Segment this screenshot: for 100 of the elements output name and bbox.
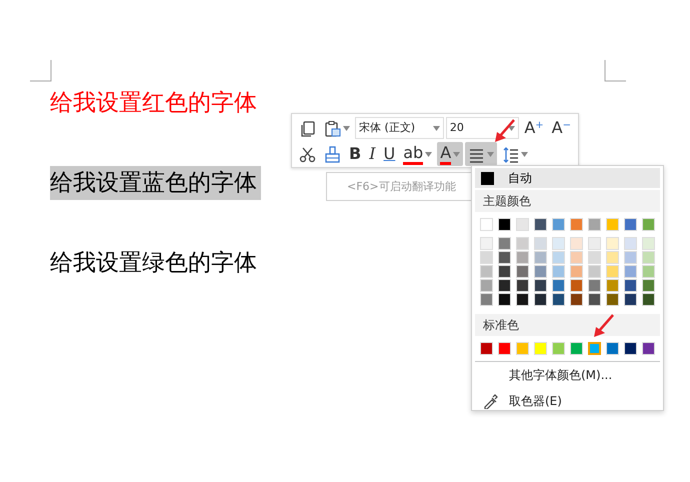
font-size-select[interactable]: 20 [446,117,520,139]
format-button[interactable]: A [437,142,464,166]
color-swatch[interactable] [642,279,655,292]
color-swatch[interactable] [480,342,493,355]
copy-icon [299,120,316,136]
format-button[interactable]: I [366,142,379,166]
color-swatch[interactable] [624,293,637,306]
format-button[interactable]: B [346,142,364,166]
scissors-icon [299,146,316,162]
color-swatch[interactable] [624,342,637,355]
text-line: 给我设置红色的字体 [50,89,258,118]
menu-item[interactable]: 取色器(E) [475,388,660,414]
format-button[interactable]: A$^{−}$ [548,116,574,140]
arrow-icon [593,314,615,338]
clipboard-icon [324,120,341,136]
format-button[interactable]: A$^{+}$ [521,116,547,140]
color-swatch[interactable] [480,237,493,250]
color-swatch[interactable] [534,237,547,250]
color-swatch[interactable] [606,293,619,306]
color-swatch[interactable] [498,218,511,231]
color-swatch[interactable] [480,265,493,278]
color-swatch[interactable] [516,218,529,231]
section-heading: 标准色 [475,314,660,336]
color-swatch[interactable] [606,265,619,278]
color-swatch[interactable] [498,265,511,278]
color-swatch[interactable] [516,342,529,355]
color-swatch[interactable] [606,218,619,231]
color-swatch[interactable] [570,237,583,250]
color-swatch[interactable] [498,293,511,306]
color-swatch[interactable] [642,237,655,250]
color-swatch[interactable] [552,342,565,355]
color-swatch[interactable] [534,279,547,292]
color-swatch[interactable] [534,342,547,355]
color-swatch[interactable] [588,279,601,292]
color-swatch[interactable] [534,293,547,306]
caret-icon [487,152,494,156]
section-heading: 主题颜色 [475,190,660,212]
color-swatch[interactable] [480,218,493,231]
color-swatch[interactable] [480,279,493,292]
color-swatch[interactable] [606,279,619,292]
caret-icon [508,126,516,130]
color-swatch[interactable] [588,251,601,264]
color-swatch[interactable] [570,265,583,278]
color-swatch[interactable] [516,265,529,278]
auto-color-option[interactable]: 自动 [475,168,660,188]
color-swatch[interactable] [498,237,511,250]
color-swatch[interactable] [624,251,637,264]
color-swatch[interactable] [534,265,547,278]
color-swatch[interactable] [642,293,655,306]
color-swatch[interactable] [642,218,655,231]
color-swatch[interactable] [606,251,619,264]
color-swatch[interactable] [570,218,583,231]
color-swatch[interactable] [606,237,619,250]
color-swatch[interactable] [498,251,511,264]
color-swatch[interactable] [534,251,547,264]
color-swatch[interactable] [642,265,655,278]
color-swatch[interactable] [570,279,583,292]
color-swatch[interactable] [552,237,565,250]
color-swatch[interactable] [570,342,583,355]
color-swatch[interactable] [516,251,529,264]
caret-icon [425,152,432,156]
format-button[interactable]: U [380,142,398,166]
color-swatch[interactable] [570,251,583,264]
color-swatch[interactable] [588,293,601,306]
color-swatch[interactable] [624,279,637,292]
color-swatch[interactable] [624,265,637,278]
paint-brush-icon [324,146,341,162]
format-button[interactable]: ab [400,142,436,166]
toolbar-button[interactable] [465,142,498,166]
corner-mark [30,60,52,82]
color-swatch[interactable] [498,279,511,292]
color-swatch[interactable] [552,265,565,278]
color-swatch[interactable] [552,293,565,306]
text-line: 给我设置绿色的字体 [50,249,258,278]
color-swatch[interactable] [588,237,601,250]
eyedropper-icon [483,393,499,409]
color-swatch[interactable] [588,218,601,231]
color-swatch[interactable] [516,237,529,250]
color-swatch[interactable] [642,251,655,264]
color-swatch[interactable] [642,342,655,355]
color-swatch[interactable] [516,293,529,306]
line-spacing-icon [502,146,520,162]
color-swatch[interactable] [480,293,493,306]
color-swatch[interactable] [570,293,583,306]
color-swatch[interactable] [480,251,493,264]
color-swatch[interactable] [552,279,565,292]
color-swatch[interactable] [552,251,565,264]
color-swatch[interactable] [534,218,547,231]
color-swatch[interactable] [588,265,601,278]
color-swatch[interactable] [552,218,565,231]
color-swatch[interactable] [498,342,511,355]
caret-icon [343,126,350,130]
color-swatch[interactable] [516,279,529,292]
color-swatch[interactable] [624,218,637,231]
color-swatch[interactable] [624,237,637,250]
menu-item[interactable]: 其他字体颜色(M)... [475,362,660,388]
font-select[interactable]: 宋体 (正文) [355,117,444,139]
caret-icon [432,126,440,130]
color-swatch[interactable] [606,342,619,355]
color-swatch[interactable] [588,342,601,355]
